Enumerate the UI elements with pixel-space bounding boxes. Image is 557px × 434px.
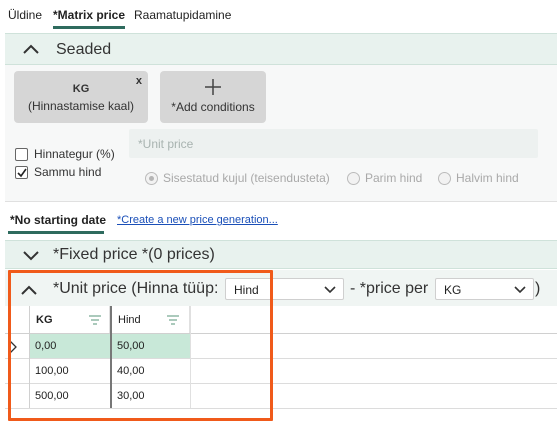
chevron-up-icon[interactable] — [21, 40, 41, 60]
plus-icon — [205, 79, 221, 95]
tab-uldine[interactable]: Üldine — [8, 8, 42, 22]
hinnategur-checkbox[interactable] — [15, 148, 28, 161]
tab-no-starting-date[interactable]: *No starting date — [10, 213, 106, 227]
sammu-hind-label: Sammu hind — [34, 165, 102, 179]
cell-kg[interactable]: 100,00 — [30, 359, 110, 383]
cell-kg[interactable]: 0,00 — [30, 334, 110, 358]
active-tab-indicator — [53, 26, 125, 29]
column-header-kg[interactable]: KG — [30, 306, 110, 334]
fixed-price-title: *Fixed price *(0 prices) — [53, 246, 215, 263]
cell-hind[interactable]: 30,00 — [112, 384, 190, 408]
unit-price-input[interactable]: *Unit price — [129, 129, 538, 158]
add-conditions-button[interactable]: *Add conditions — [160, 71, 266, 123]
seaded-title: Seaded — [56, 41, 112, 58]
cell-hind[interactable]: 50,00 — [112, 334, 190, 358]
tab-raamatupidamine[interactable]: Raamatupidamine — [134, 8, 231, 22]
column-divider — [110, 306, 112, 408]
price-per-value: KG — [444, 283, 462, 297]
radio-dot[interactable] — [347, 172, 360, 185]
column-divider — [190, 306, 191, 408]
closing-paren: ) — [535, 280, 541, 297]
grid-bottom-border — [5, 408, 557, 409]
radio-parim-hind-label: Parim hind — [365, 171, 423, 185]
chevron-up-icon[interactable] — [19, 281, 39, 301]
radio-halvim-hind-label: Halvim hind — [456, 171, 519, 185]
unit-price-title: *Unit price (Hinna tüüp: — [53, 280, 219, 297]
price-per-select[interactable]: KG — [435, 278, 534, 300]
remove-condition-button[interactable]: x — [136, 75, 142, 87]
hinnategur-label: Hinnategur (%) — [34, 147, 115, 161]
table-row[interactable]: 100,00 40,00 — [5, 359, 557, 384]
cell-kg[interactable]: 500,00 — [30, 384, 110, 408]
column-header-kg-label: KG — [36, 314, 53, 326]
seaded-section-header[interactable]: Seaded — [5, 33, 557, 65]
chevron-down-icon — [514, 286, 526, 294]
filter-icon[interactable] — [166, 314, 180, 326]
column-header-hind[interactable]: Hind — [112, 306, 190, 334]
chevron-down-icon — [324, 286, 336, 294]
cell-hind[interactable]: 40,00 — [112, 359, 190, 383]
condition-card-subtitle: (Hinnastamise kaal) — [27, 99, 135, 113]
table-row[interactable]: 500,00 30,00 — [5, 384, 557, 409]
price-per-label: - *price per — [350, 280, 429, 297]
filter-icon[interactable] — [88, 314, 102, 326]
price-type-select[interactable]: Hind — [225, 278, 344, 300]
active-subtab-indicator — [8, 231, 104, 234]
condition-card-title: KG — [72, 83, 90, 95]
condition-card-kg[interactable]: KG (Hinnastamise kaal) x — [14, 71, 148, 123]
fixed-price-section-header[interactable]: *Fixed price *(0 prices) — [5, 240, 557, 269]
add-conditions-label: *Add conditions — [171, 100, 255, 114]
grid-row-indicator-divider — [29, 306, 30, 408]
current-row-arrow-icon — [9, 340, 17, 354]
checkmark-icon — [17, 168, 27, 178]
sammu-hind-checkbox[interactable] — [15, 166, 28, 179]
top-tabs: Üldine *Matrix price Raamatupidamine — [0, 0, 557, 30]
radio-dot-selected[interactable] — [145, 172, 158, 185]
create-price-generation-link[interactable]: *Create a new price generation... — [117, 214, 278, 226]
radio-sisestatud-label: Sisestatud kujul (teisendusteta) — [163, 171, 330, 185]
radio-dot[interactable] — [438, 172, 451, 185]
table-row[interactable]: 0,00 50,00 — [5, 334, 557, 359]
tab-matrix-price[interactable]: *Matrix price — [53, 8, 125, 22]
unit-price-placeholder: *Unit price — [138, 137, 194, 151]
price-type-value: Hind — [234, 283, 259, 297]
chevron-down-icon[interactable] — [21, 245, 41, 265]
column-header-hind-label: Hind — [118, 314, 141, 326]
